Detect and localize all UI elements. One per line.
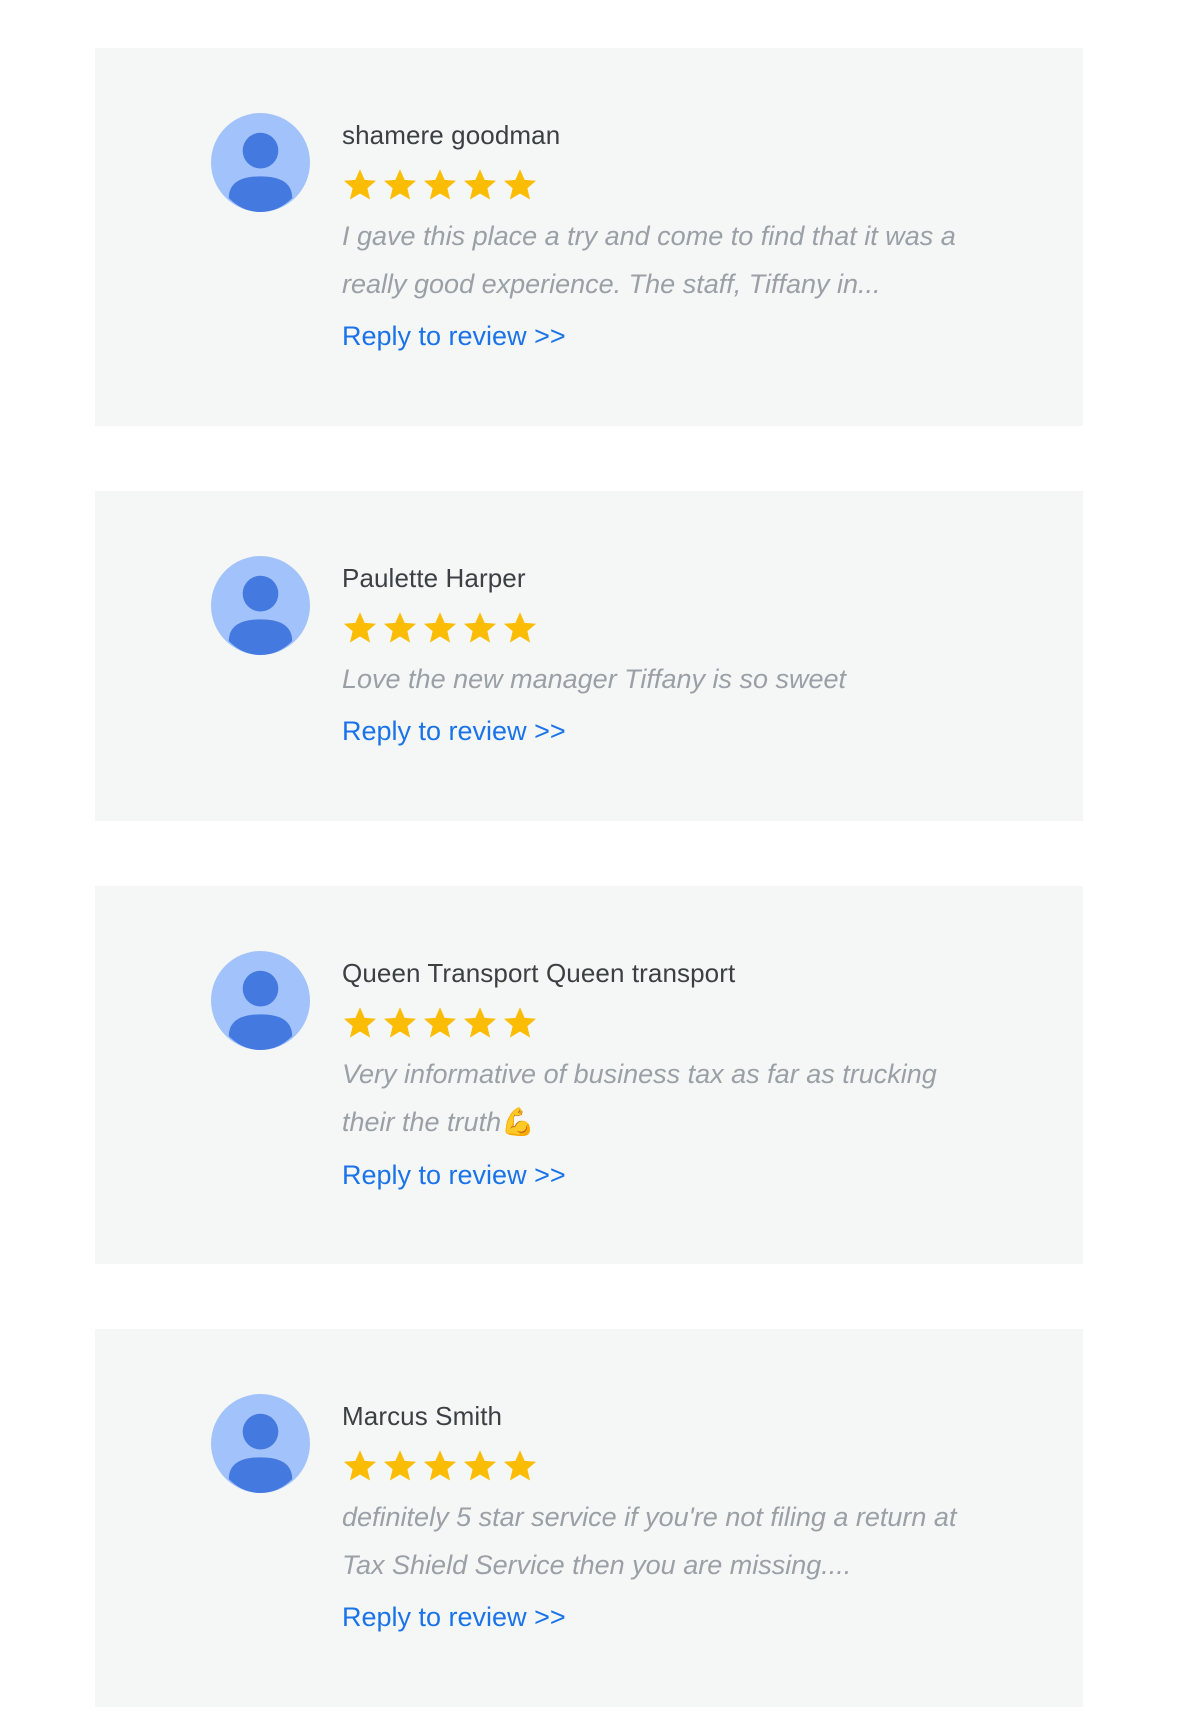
reply-to-review-link[interactable]: Reply to review >> [342,1153,566,1197]
review-text: Love the new manager Tiffany is so sweet [342,664,847,694]
star-icon [463,1007,497,1038]
star-rating [342,607,1002,649]
avatar-icon [211,113,310,212]
star-rating [342,164,1002,206]
star-rating [342,1002,1002,1044]
review-text: Very informative of business tax as far … [342,1050,992,1147]
reviewer-name: Marcus Smith [342,1401,503,1431]
star-icon [503,1007,537,1038]
reviewer-name: shamere goodman [342,120,561,150]
star-icon [423,612,457,643]
review-content: Paulette Harper Love the new manager Tif… [342,561,1002,753]
avatar-icon [211,556,310,655]
review-content: shamere goodman I gave this place a try … [342,118,1002,358]
review-text: definitely 5 star service if you're not … [342,1502,957,1580]
star-icon [423,169,457,200]
review-card: shamere goodman I gave this place a try … [95,48,1083,426]
star-icon [503,612,537,643]
star-icon [343,612,377,643]
review-text-body: Very informative of business tax as far … [342,1059,937,1137]
star-icon [463,169,497,200]
avatar-icon [211,951,310,1050]
reply-to-review-link[interactable]: Reply to review >> [342,1595,566,1639]
reply-to-review-link[interactable]: Reply to review >> [342,314,566,358]
star-icon [503,169,537,200]
review-content: Queen Transport Queen transport Very inf… [342,956,1002,1197]
star-icon [383,612,417,643]
star-icon [423,1450,457,1481]
star-icon [383,1450,417,1481]
star-icon [383,169,417,200]
review-card: Marcus Smith definitely 5 star service i… [95,1329,1083,1707]
flexed-biceps-emoji: 💪 [501,1107,535,1138]
star-icon [383,1007,417,1038]
star-icon [423,1007,457,1038]
reviewer-name: Queen Transport Queen transport [342,958,736,988]
reviews-list: shamere goodman I gave this place a try … [95,48,1083,1707]
star-icon [343,169,377,200]
star-icon [503,1450,537,1481]
star-rating [342,1445,1002,1487]
reviewer-name: Paulette Harper [342,563,526,593]
review-card: Paulette Harper Love the new manager Tif… [95,491,1083,821]
review-content: Marcus Smith definitely 5 star service i… [342,1399,1002,1639]
star-icon [343,1450,377,1481]
star-icon [343,1007,377,1038]
star-icon [463,612,497,643]
avatar-icon [211,1394,310,1493]
star-icon [463,1450,497,1481]
review-text: I gave this place a try and come to find… [342,221,956,299]
reply-to-review-link[interactable]: Reply to review >> [342,709,566,753]
review-card: Queen Transport Queen transport Very inf… [95,886,1083,1264]
